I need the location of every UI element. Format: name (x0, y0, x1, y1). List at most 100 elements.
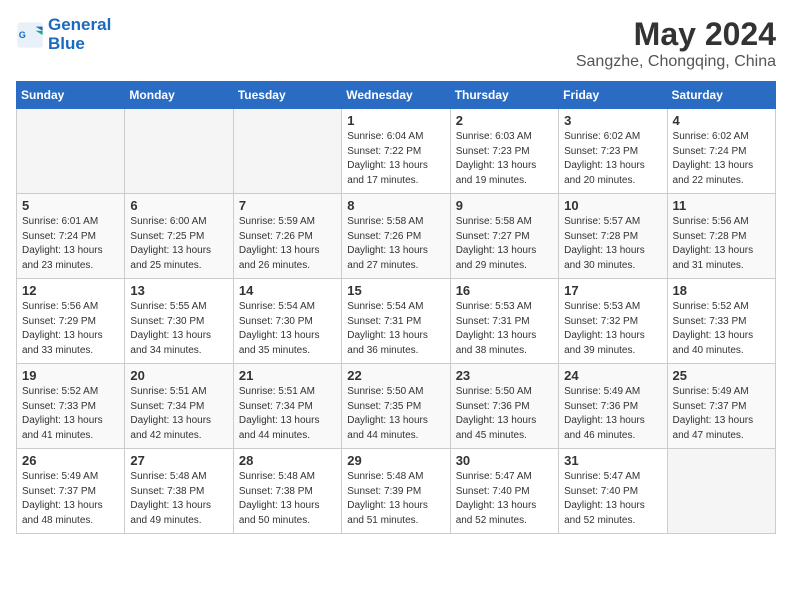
month-title: May 2024 (576, 16, 776, 53)
day-info: Sunrise: 5:56 AMSunset: 7:29 PMDaylight:… (22, 300, 119, 358)
calendar-cell: 28 Sunrise: 5:48 AMSunset: 7:38 PMDayligh… (233, 449, 341, 534)
day-number: 9 (456, 198, 553, 213)
day-number: 7 (239, 198, 336, 213)
day-info: Sunrise: 6:01 AMSunset: 7:24 PMDaylight:… (22, 215, 119, 273)
weekday-header: Thursday (450, 82, 558, 109)
weekday-header: Wednesday (342, 82, 450, 109)
day-info: Sunrise: 5:47 AMSunset: 7:40 PMDaylight:… (564, 470, 661, 528)
calendar-cell: 10 Sunrise: 5:57 AMSunset: 7:28 PMDayligh… (559, 194, 667, 279)
calendar-cell: 31Sunrise: 5:47 AMSunset: 7:40 PMDayligh… (559, 449, 667, 534)
day-info: Sunrise: 5:48 AMSunset: 7:39 PMDaylight:… (347, 470, 444, 528)
weekday-header: Sunday (17, 82, 125, 109)
day-number: 2 (456, 113, 553, 128)
weekday-header: Tuesday (233, 82, 341, 109)
day-number: 8 (347, 198, 444, 213)
day-info: Sunrise: 5:54 AMSunset: 7:31 PMDaylight:… (347, 300, 444, 358)
weekday-header: Friday (559, 82, 667, 109)
calendar-cell (125, 109, 233, 194)
day-number: 26 (22, 453, 119, 468)
calendar-cell (233, 109, 341, 194)
day-number: 15 (347, 283, 444, 298)
day-info: Sunrise: 5:52 AMSunset: 7:33 PMDaylight:… (673, 300, 770, 358)
calendar-cell: 9 Sunrise: 5:58 AMSunset: 7:27 PMDaylight… (450, 194, 558, 279)
day-number: 24 (564, 368, 661, 383)
title-block: May 2024 Sangzhe, Chongqing, China (576, 16, 776, 71)
calendar-cell: 2 Sunrise: 6:03 AMSunset: 7:23 PMDaylight… (450, 109, 558, 194)
day-number: 28 (239, 453, 336, 468)
logo-line2: Blue (48, 35, 111, 54)
day-number: 17 (564, 283, 661, 298)
day-info: Sunrise: 5:58 AMSunset: 7:27 PMDaylight:… (456, 215, 553, 273)
calendar-cell: 16 Sunrise: 5:53 AMSunset: 7:31 PMDayligh… (450, 279, 558, 364)
day-number: 19 (22, 368, 119, 383)
calendar-cell: 27 Sunrise: 5:48 AMSunset: 7:38 PMDayligh… (125, 449, 233, 534)
day-number: 30 (456, 453, 553, 468)
calendar-cell: 5 Sunrise: 6:01 AMSunset: 7:24 PMDaylight… (17, 194, 125, 279)
calendar-cell: 13 Sunrise: 5:55 AMSunset: 7:30 PMDayligh… (125, 279, 233, 364)
calendar-cell: 26 Sunrise: 5:49 AMSunset: 7:37 PMDayligh… (17, 449, 125, 534)
day-info: Sunrise: 5:51 AMSunset: 7:34 PMDaylight:… (130, 385, 227, 443)
day-info: Sunrise: 5:58 AMSunset: 7:26 PMDaylight:… (347, 215, 444, 273)
calendar-cell: 14 Sunrise: 5:54 AMSunset: 7:30 PMDayligh… (233, 279, 341, 364)
logo-icon: G (16, 21, 44, 49)
day-number: 10 (564, 198, 661, 213)
calendar-cell: 6 Sunrise: 6:00 AMSunset: 7:25 PMDaylight… (125, 194, 233, 279)
day-number: 14 (239, 283, 336, 298)
day-number: 23 (456, 368, 553, 383)
calendar-cell: 25 Sunrise: 5:49 AMSunset: 7:37 PMDayligh… (667, 364, 775, 449)
day-info: Sunrise: 5:49 AMSunset: 7:36 PMDaylight:… (564, 385, 661, 443)
day-number: 27 (130, 453, 227, 468)
day-info: Sunrise: 5:52 AMSunset: 7:33 PMDaylight:… (22, 385, 119, 443)
weekday-header: Saturday (667, 82, 775, 109)
day-number: 1 (347, 113, 444, 128)
calendar-cell: 19 Sunrise: 5:52 AMSunset: 7:33 PMDayligh… (17, 364, 125, 449)
day-info: Sunrise: 5:55 AMSunset: 7:30 PMDaylight:… (130, 300, 227, 358)
calendar-cell: 18 Sunrise: 5:52 AMSunset: 7:33 PMDayligh… (667, 279, 775, 364)
calendar-cell: 3Sunrise: 6:02 AMSunset: 7:23 PMDaylight… (559, 109, 667, 194)
day-number: 29 (347, 453, 444, 468)
day-info: Sunrise: 6:00 AMSunset: 7:25 PMDaylight:… (130, 215, 227, 273)
calendar-cell: 24 Sunrise: 5:49 AMSunset: 7:36 PMDayligh… (559, 364, 667, 449)
calendar-cell: 4 Sunrise: 6:02 AMSunset: 7:24 PMDaylight… (667, 109, 775, 194)
day-info: Sunrise: 5:49 AMSunset: 7:37 PMDaylight:… (673, 385, 770, 443)
day-info: Sunrise: 5:53 AMSunset: 7:32 PMDaylight:… (564, 300, 661, 358)
day-number: 6 (130, 198, 227, 213)
calendar-cell: 12 Sunrise: 5:56 AMSunset: 7:29 PMDayligh… (17, 279, 125, 364)
logo-line1: General (48, 16, 111, 35)
day-info: Sunrise: 5:47 AMSunset: 7:40 PMDaylight:… (456, 470, 553, 528)
day-info: Sunrise: 5:51 AMSunset: 7:34 PMDaylight:… (239, 385, 336, 443)
day-info: Sunrise: 5:48 AMSunset: 7:38 PMDaylight:… (130, 470, 227, 528)
calendar-table: SundayMondayTuesdayWednesdayThursdayFrid… (16, 81, 776, 534)
calendar-cell: 7 Sunrise: 5:59 AMSunset: 7:26 PMDaylight… (233, 194, 341, 279)
logo: G General Blue (16, 16, 111, 53)
calendar-cell: 20 Sunrise: 5:51 AMSunset: 7:34 PMDayligh… (125, 364, 233, 449)
day-number: 3 (564, 113, 661, 128)
day-info: Sunrise: 6:04 AMSunset: 7:22 PMDaylight:… (347, 130, 444, 188)
day-number: 18 (673, 283, 770, 298)
day-info: Sunrise: 5:49 AMSunset: 7:37 PMDaylight:… (22, 470, 119, 528)
day-number: 12 (22, 283, 119, 298)
day-info: Sunrise: 5:57 AMSunset: 7:28 PMDaylight:… (564, 215, 661, 273)
day-info: Sunrise: 6:02 AMSunset: 7:24 PMDaylight:… (673, 130, 770, 188)
calendar-cell: 29 Sunrise: 5:48 AMSunset: 7:39 PMDayligh… (342, 449, 450, 534)
calendar-cell: 21 Sunrise: 5:51 AMSunset: 7:34 PMDayligh… (233, 364, 341, 449)
day-info: Sunrise: 5:54 AMSunset: 7:30 PMDaylight:… (239, 300, 336, 358)
day-number: 21 (239, 368, 336, 383)
calendar-cell: 11Sunrise: 5:56 AMSunset: 7:28 PMDayligh… (667, 194, 775, 279)
calendar-cell: 22Sunrise: 5:50 AMSunset: 7:35 PMDayligh… (342, 364, 450, 449)
day-info: Sunrise: 5:59 AMSunset: 7:26 PMDaylight:… (239, 215, 336, 273)
day-info: Sunrise: 5:53 AMSunset: 7:31 PMDaylight:… (456, 300, 553, 358)
day-number: 5 (22, 198, 119, 213)
day-number: 13 (130, 283, 227, 298)
calendar-cell (667, 449, 775, 534)
day-number: 4 (673, 113, 770, 128)
location-title: Sangzhe, Chongqing, China (576, 53, 776, 71)
day-number: 20 (130, 368, 227, 383)
day-number: 25 (673, 368, 770, 383)
day-number: 16 (456, 283, 553, 298)
weekday-header: Monday (125, 82, 233, 109)
calendar-cell: 23Sunrise: 5:50 AMSunset: 7:36 PMDayligh… (450, 364, 558, 449)
day-info: Sunrise: 5:48 AMSunset: 7:38 PMDaylight:… (239, 470, 336, 528)
day-info: Sunrise: 6:03 AMSunset: 7:23 PMDaylight:… (456, 130, 553, 188)
day-number: 11 (673, 198, 770, 213)
